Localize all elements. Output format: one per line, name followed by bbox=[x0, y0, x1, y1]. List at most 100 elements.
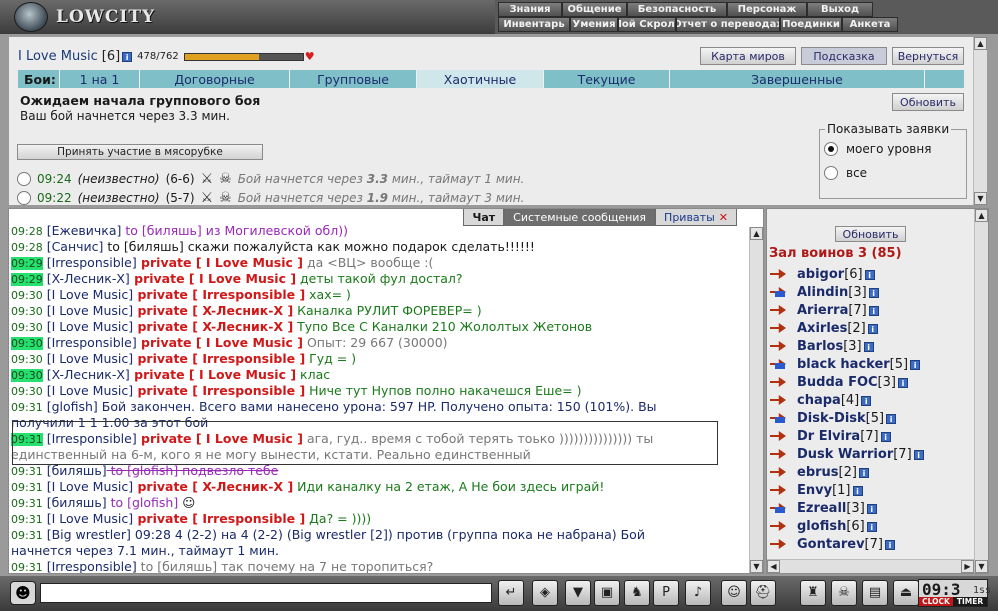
world-map-button[interactable]: Карта миров bbox=[700, 47, 796, 65]
scroll-left-icon[interactable]: ◀ bbox=[767, 560, 780, 573]
user-row[interactable]: Envy[1] i bbox=[769, 481, 969, 499]
chat-input[interactable] bbox=[40, 583, 492, 603]
message-author[interactable]: [I Love Music] bbox=[47, 287, 133, 302]
scroll-down-icon[interactable]: ▼ bbox=[750, 560, 763, 573]
message-author[interactable]: [Санчис] bbox=[47, 239, 104, 254]
chat-scrollbar[interactable]: ▲ ▼ bbox=[749, 227, 763, 573]
message-author[interactable]: [glofish] bbox=[47, 399, 98, 414]
info-icon[interactable]: i bbox=[886, 413, 897, 424]
user-name[interactable]: chapa bbox=[797, 393, 841, 408]
user-name[interactable]: Barlos bbox=[797, 339, 843, 354]
menu-item-2[interactable]: Общение bbox=[562, 2, 627, 17]
user-name[interactable]: ebrus bbox=[797, 465, 839, 480]
user-name[interactable]: Dusk Warrior bbox=[797, 447, 893, 462]
user-name[interactable]: Gontarev bbox=[797, 537, 865, 552]
message-author[interactable]: [Irresponsible] bbox=[47, 335, 137, 350]
info-icon[interactable]: i bbox=[868, 305, 879, 316]
message-author[interactable]: [X-Лесник-X] bbox=[47, 271, 130, 286]
user-row[interactable]: Budda FOC[3] i bbox=[769, 373, 969, 391]
user-name[interactable]: Arierra bbox=[797, 303, 848, 318]
user-row[interactable]: Axirles[2] i bbox=[769, 319, 969, 337]
radio-my-level[interactable] bbox=[824, 142, 838, 156]
helmet-icon[interactable]: ⛑ bbox=[750, 580, 776, 606]
message-author[interactable]: [I Love Music] bbox=[47, 303, 133, 318]
users-refresh-button[interactable]: Обновить bbox=[835, 226, 906, 242]
panel-scrollbar[interactable]: ▲ ▼ bbox=[973, 37, 987, 205]
user-name[interactable]: Dr Elvira bbox=[797, 429, 860, 444]
info-icon[interactable]: i bbox=[867, 323, 878, 334]
back-button[interactable]: Вернуться bbox=[892, 47, 964, 65]
user-name[interactable]: Envy bbox=[797, 483, 832, 498]
tab-chat[interactable]: Чат bbox=[463, 209, 505, 226]
menu-item-1[interactable]: Знания bbox=[498, 2, 562, 17]
submenu-item-4[interactable]: Отчет о переводах bbox=[676, 17, 780, 32]
message-author[interactable]: [I Love Music] bbox=[47, 351, 133, 366]
message-author[interactable]: [биляшь] bbox=[47, 463, 107, 478]
clock-widget[interactable]: 09:3 1ss CLOCK TIMER bbox=[918, 579, 991, 607]
menu-item-3[interactable]: Безопасность bbox=[627, 2, 727, 17]
tab-system-messages[interactable]: Системные сообщения bbox=[504, 209, 656, 226]
send-icon[interactable]: ↵ bbox=[498, 580, 524, 606]
message-author[interactable]: [X-Лесник-X] bbox=[47, 367, 130, 382]
tab-2[interactable]: Договорные bbox=[140, 70, 290, 88]
tab-1[interactable]: 1 на 1 bbox=[60, 70, 140, 88]
request-radio[interactable] bbox=[17, 191, 31, 205]
info-icon[interactable]: i bbox=[913, 449, 924, 460]
message-author[interactable]: [I Love Music] bbox=[47, 383, 133, 398]
message-author[interactable]: [Irresponsible] bbox=[47, 255, 137, 270]
user-row[interactable]: ebrus[2] i bbox=[769, 463, 969, 481]
submenu-item-2[interactable]: Умения bbox=[570, 17, 618, 32]
user-row[interactable]: Arierra[7] i bbox=[769, 301, 969, 319]
user-name[interactable]: glofish bbox=[797, 519, 846, 534]
user-row[interactable]: abigor[6] i bbox=[769, 265, 969, 283]
user-row[interactable]: Dr Elvira[7] i bbox=[769, 427, 969, 445]
clock-label[interactable]: CLOCK bbox=[919, 597, 953, 606]
user-row[interactable]: black hacker[5] i bbox=[769, 355, 969, 373]
scroll-down-icon[interactable]: ▼ bbox=[974, 192, 987, 205]
tab-privates[interactable]: Приваты ✕ bbox=[655, 209, 737, 226]
info-icon[interactable]: i bbox=[866, 503, 877, 514]
radio-all[interactable] bbox=[824, 166, 838, 180]
scroll-up-icon[interactable]: ▲ bbox=[975, 209, 988, 222]
info-icon[interactable]: i bbox=[897, 377, 908, 388]
option-my-level[interactable]: моего уровня bbox=[824, 142, 931, 156]
user-name[interactable]: Budda FOC bbox=[797, 375, 878, 390]
users-hscrollbar[interactable]: ◀ ▶ bbox=[767, 559, 975, 573]
submenu-item-5[interactable]: Поединки bbox=[780, 17, 842, 32]
user-name[interactable]: Disk-Disk bbox=[797, 411, 866, 426]
info-icon[interactable]: i bbox=[122, 51, 133, 62]
user-row[interactable]: Dusk Warrior[7] i bbox=[769, 445, 969, 463]
refresh-button[interactable]: Обновить bbox=[892, 93, 964, 111]
trash-icon[interactable]: ▤ bbox=[862, 580, 888, 606]
info-icon[interactable]: i bbox=[880, 431, 891, 442]
submenu-item-3[interactable]: Мой Скролл bbox=[618, 17, 676, 32]
submenu-item-1[interactable]: Инвентарь bbox=[498, 17, 570, 32]
message-author[interactable]: [Irresponsible] bbox=[47, 559, 137, 573]
message-author[interactable]: [I Love Music] bbox=[47, 479, 133, 494]
user-name[interactable]: Axirles bbox=[797, 321, 847, 336]
user-name[interactable]: abigor bbox=[797, 267, 844, 282]
message-author[interactable]: [I Love Music] bbox=[47, 319, 133, 334]
user-row[interactable]: Ezreall[3] i bbox=[769, 499, 969, 517]
user-name[interactable]: Alindin bbox=[797, 285, 848, 300]
info-icon[interactable]: i bbox=[884, 539, 895, 550]
user-row[interactable]: Barlos[3] i bbox=[769, 337, 969, 355]
info-icon[interactable]: i bbox=[910, 359, 921, 370]
info-icon[interactable]: i bbox=[868, 287, 879, 298]
player-name[interactable]: I Love Music bbox=[18, 49, 98, 64]
eraser-icon[interactable]: ◈ bbox=[532, 580, 558, 606]
message-author[interactable]: [I Love Music] bbox=[47, 511, 133, 526]
user-row[interactable]: Gontarev[7] i bbox=[769, 535, 969, 553]
timer-label[interactable]: TIMER bbox=[953, 597, 987, 606]
tab-5[interactable]: Текущие bbox=[544, 70, 670, 88]
skull-icon[interactable]: ☠ bbox=[831, 580, 857, 606]
user-name[interactable]: Ezreall bbox=[797, 501, 846, 516]
emote-icon[interactable]: ☺ bbox=[721, 580, 747, 606]
menu-item-4[interactable]: Персонаж bbox=[727, 2, 807, 17]
info-icon[interactable]: i bbox=[852, 485, 863, 496]
option-all[interactable]: все bbox=[824, 166, 867, 180]
info-icon[interactable]: i bbox=[858, 467, 869, 478]
filter-icon[interactable]: ▼ bbox=[565, 580, 591, 606]
menu-item-5[interactable]: Выход bbox=[807, 2, 873, 17]
info-icon[interactable]: i bbox=[864, 269, 875, 280]
